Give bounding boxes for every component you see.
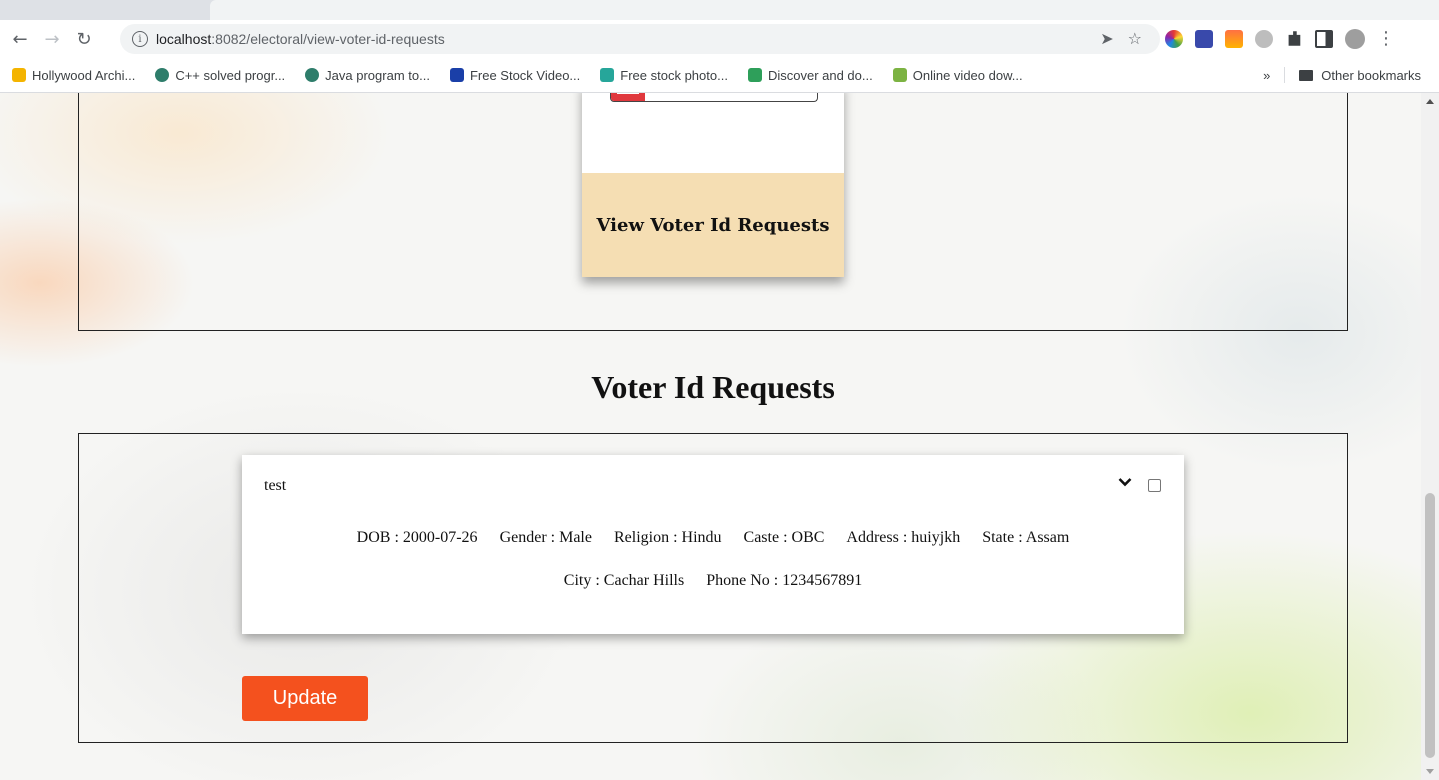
bookmarks-overflow-button[interactable]: »	[1263, 68, 1270, 83]
caste-field: Caste : OBC	[743, 529, 825, 546]
bookmark-star-icon[interactable]: ☆	[1128, 29, 1142, 48]
bookmark-label: Free stock photo...	[620, 67, 728, 83]
bookmarks-divider	[1284, 67, 1286, 83]
scrollbar-thumb[interactable]	[1425, 493, 1435, 758]
bookmark-label: Discover and do...	[767, 67, 873, 83]
page-scrollbar[interactable]	[1421, 93, 1439, 780]
bookmark-item[interactable]: Free Stock Video...	[449, 67, 581, 83]
other-bookmarks-button[interactable]: Other bookmarks	[1299, 68, 1421, 83]
bookmark-favicon-icon	[747, 68, 762, 82]
bookmark-item[interactable]: Discover and do...	[747, 67, 873, 83]
url-text[interactable]: localhost:8082/electoral/view-voter-id-r…	[156, 31, 445, 47]
bookmark-favicon-icon	[892, 68, 907, 82]
request-details-row: DOB : 2000-07-26 Gender : Male Religion : …	[242, 529, 1184, 547]
browser-toolbar: ← → ↻ i localhost:8082/electoral/view-vo…	[0, 20, 1439, 58]
puzzle-extensions-icon[interactable]	[1288, 31, 1301, 46]
card-strip-icon	[611, 93, 645, 101]
color-extension-icon[interactable]	[1165, 29, 1183, 48]
tab-strip	[0, 0, 1439, 20]
send-icon[interactable]: ➤	[1100, 29, 1113, 48]
view-voter-requests-card[interactable]: View Voter Id Requests	[582, 93, 844, 277]
scroll-up-icon[interactable]	[1426, 99, 1434, 104]
orange-extension-icon[interactable]	[1225, 29, 1243, 48]
city-field: City : Cachar Hills	[563, 572, 685, 589]
card-footer-label[interactable]: View Voter Id Requests	[582, 173, 844, 277]
forward-icon[interactable]: →	[40, 27, 64, 51]
bookmark-item[interactable]: Hollywood Archi...	[12, 68, 135, 83]
back-icon[interactable]: ←	[8, 27, 32, 51]
bookmark-label: Hollywood Archi...	[32, 67, 136, 83]
chevron-down-icon[interactable]	[1118, 477, 1132, 489]
bookmark-item[interactable]: Free stock photo...	[600, 68, 728, 83]
profile-avatar[interactable]	[1345, 28, 1365, 49]
bookmark-favicon-icon	[600, 68, 615, 82]
url-path: :8082/electoral/view-voter-id-requests	[211, 31, 445, 47]
scroll-down-icon[interactable]	[1426, 769, 1434, 774]
k-extension-icon[interactable]	[1255, 29, 1273, 48]
update-button[interactable]: Update	[242, 676, 368, 721]
id-card-illustration	[610, 93, 818, 102]
bookmark-item[interactable]: C++ solved progr...	[155, 68, 285, 83]
other-bookmarks-label: Other bookmarks	[1321, 67, 1421, 83]
reload-icon[interactable]: ↻	[72, 27, 96, 51]
bookmarks-bar: Hollywood Archi... C++ solved progr... J…	[0, 58, 1439, 93]
bookmark-item[interactable]: Java program to...	[305, 68, 430, 83]
folder-icon	[1299, 69, 1314, 81]
active-tab[interactable]	[210, 0, 1439, 20]
site-info-icon[interactable]: i	[132, 31, 148, 47]
bookmark-favicon-icon	[449, 68, 464, 82]
menu-kebab-icon[interactable]: ⋮	[1377, 28, 1395, 49]
side-panel-icon[interactable]	[1315, 29, 1333, 48]
extension-badge-icon[interactable]	[1195, 29, 1213, 48]
gender-field: Gender : Male	[499, 529, 592, 546]
address-field: Address : huiyjkh	[846, 529, 961, 546]
bookmark-favicon-icon	[155, 68, 170, 82]
url-host: localhost	[156, 31, 212, 47]
bookmark-label: Free Stock Video...	[469, 67, 581, 83]
bookmark-label: Online video dow...	[912, 67, 1023, 83]
page-title: Voter Id Requests	[591, 369, 835, 405]
state-field: State : Assam	[982, 529, 1070, 546]
request-card: test DOB : 2000-07-26 Gender : Male Religi…	[242, 455, 1184, 634]
religion-field: Religion : Hindu	[613, 529, 722, 546]
address-bar[interactable]: i localhost:8082/electoral/view-voter-id…	[120, 24, 1160, 54]
bookmark-label: Java program to...	[325, 67, 430, 83]
dob-field: DOB : 2000-07-26	[356, 529, 478, 546]
bookmark-item[interactable]: Online video dow...	[892, 67, 1023, 83]
request-name: test	[264, 477, 287, 494]
request-select-checkbox[interactable]	[1148, 479, 1161, 492]
phone-field: Phone No : 1234567891	[706, 572, 863, 589]
bookmark-favicon-icon	[305, 68, 320, 82]
bookmark-favicon-icon	[12, 68, 26, 82]
page-viewport: View Voter Id Requests Voter Id Requests…	[0, 93, 1421, 780]
bookmark-label: C++ solved progr...	[175, 67, 286, 83]
request-details-row: City : Cachar Hills Phone No : 1234567891	[242, 572, 1184, 590]
